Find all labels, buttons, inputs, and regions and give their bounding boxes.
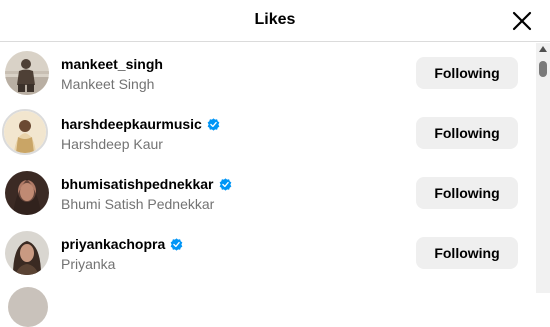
username[interactable]: bhumisatishpednekkar: [61, 176, 232, 192]
following-button[interactable]: Following: [416, 177, 518, 209]
full-name: Harshdeep Kaur: [61, 136, 163, 152]
avatar[interactable]: [5, 171, 49, 215]
list-item[interactable]: harshdeepkaurmusic Harshdeep Kaur Follow…: [0, 103, 534, 163]
avatar[interactable]: [5, 231, 49, 275]
following-button[interactable]: Following: [416, 57, 518, 89]
dialog-title: Likes: [254, 11, 296, 28]
likes-list: mankeet_singh Mankeet Singh Following ha…: [0, 43, 534, 293]
full-name: Bhumi Satish Pednekkar: [61, 196, 215, 212]
dialog-header: Likes: [0, 0, 550, 42]
full-name: Priyanka: [61, 256, 116, 272]
following-button[interactable]: Following: [416, 117, 518, 149]
list-item[interactable]: bhumisatishpednekkar Bhumi Satish Pednek…: [0, 163, 534, 223]
verified-badge-icon: [170, 238, 183, 251]
username[interactable]: harshdeepkaurmusic: [61, 116, 220, 132]
avatar[interactable]: [5, 51, 49, 95]
username[interactable]: mankeet_singh: [61, 56, 163, 72]
scroll-up-icon[interactable]: [539, 46, 547, 52]
scrollbar[interactable]: [536, 43, 550, 293]
username[interactable]: priyankachopra: [61, 236, 183, 252]
avatar[interactable]: [8, 287, 48, 327]
close-icon[interactable]: [510, 9, 534, 33]
list-item[interactable]: priyankachopra Priyanka Following: [0, 223, 534, 283]
full-name: Mankeet Singh: [61, 76, 155, 92]
verified-badge-icon: [219, 178, 231, 191]
list-item[interactable]: mankeet_singh Mankeet Singh Following: [0, 43, 534, 103]
following-button[interactable]: Following: [416, 237, 518, 269]
avatar[interactable]: [2, 109, 48, 155]
scrollbar-thumb[interactable]: [539, 61, 547, 77]
verified-badge-icon: [207, 118, 220, 131]
